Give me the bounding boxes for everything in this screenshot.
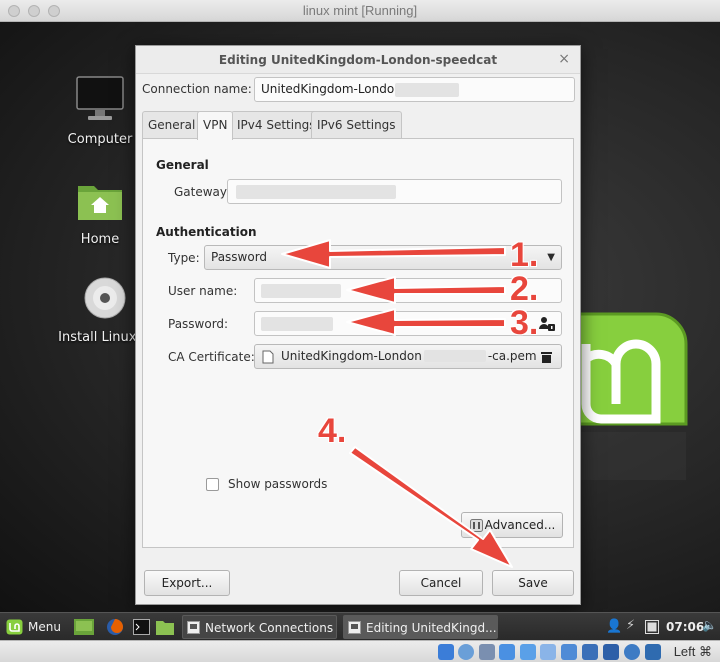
network-window-icon [187, 621, 200, 634]
editing-window-icon [348, 621, 361, 634]
username-label: User name: [168, 284, 238, 298]
general-section-heading: General [156, 158, 209, 172]
ca-certificate-filename-start: UnitedKingdom-London [281, 349, 422, 363]
usb-icon[interactable] [520, 644, 536, 660]
terminal-icon[interactable] [133, 619, 150, 635]
show-passwords-checkbox[interactable] [206, 478, 219, 491]
chevron-down-icon: ▼ [547, 252, 555, 263]
tab-vpn[interactable]: VPN [197, 111, 234, 140]
taskbar: Menu Network Connections Editing UnitedK… [0, 612, 720, 640]
advanced-button-label: Advanced... [484, 518, 556, 532]
display-icon[interactable] [561, 644, 577, 660]
network-adapter-icon[interactable] [499, 644, 515, 660]
keyboard-capture-icon[interactable] [645, 644, 661, 660]
close-icon[interactable]: × [558, 51, 570, 67]
connection-name-label: Connection name: [142, 82, 252, 96]
redacted-text [423, 350, 486, 362]
clear-file-icon[interactable] [540, 350, 553, 364]
authentication-section-heading: Authentication [156, 225, 257, 239]
settings-icon [470, 519, 483, 532]
export-button[interactable]: Export... [144, 570, 230, 596]
ca-certificate-filename-end: -ca.pem [487, 349, 537, 363]
redacted-text [261, 284, 341, 298]
battery-icon[interactable] [645, 620, 661, 634]
password-label: Password: [168, 317, 229, 331]
host-status-bar: Left ⌘ [0, 640, 720, 662]
menu-label: Menu [28, 620, 61, 634]
ca-certificate-chooser[interactable]: UnitedKingdom-London -ca.pem [254, 344, 562, 369]
cancel-button[interactable]: Cancel [399, 570, 483, 596]
cpu-icon[interactable] [603, 644, 619, 660]
audio-icon[interactable] [479, 644, 495, 660]
taskbar-window-editing[interactable]: Editing UnitedKingd... [343, 615, 498, 639]
network-status-icon[interactable]: ⚡ [626, 618, 635, 633]
clock[interactable]: 07:06 [666, 616, 704, 638]
annotation-step-4: 4. [318, 412, 347, 450]
volume-icon[interactable]: 🔈 [702, 618, 717, 632]
save-button[interactable]: Save [492, 570, 574, 596]
connection-name-input[interactable]: UnitedKingdom-London- [254, 77, 575, 102]
gateway-input[interactable] [227, 179, 562, 204]
advanced-button[interactable]: Advanced... [461, 512, 563, 538]
computer-icon [76, 76, 124, 120]
host-titlebar: linux mint [Running] [0, 0, 720, 22]
auth-type-value: Password [211, 250, 268, 264]
shared-folders-icon[interactable] [540, 644, 556, 660]
gateway-label: Gateway: [174, 185, 231, 199]
file-icon [262, 350, 274, 364]
show-desktop-icon[interactable] [74, 619, 94, 635]
taskbar-window-label: Editing UnitedKingd... [366, 621, 497, 635]
taskbar-window-label: Network Connections [205, 621, 334, 635]
tab-ipv4-settings[interactable]: IPv4 Settings [231, 111, 322, 139]
redacted-text [395, 83, 459, 97]
optical-drive-icon[interactable] [458, 644, 474, 660]
redacted-text [261, 317, 333, 331]
vpn-tab-panel: General Gateway: Authentication Type: Pa… [142, 138, 574, 548]
tab-general[interactable]: General [142, 111, 202, 139]
mouse-integration-icon[interactable] [624, 644, 640, 660]
connection-name-value: UnitedKingdom-London- [261, 82, 407, 96]
show-passwords-label: Show passwords [228, 477, 328, 491]
mint-menu-icon [6, 619, 23, 635]
ca-certificate-label: CA Certificate: [168, 350, 255, 364]
home-folder-icon [78, 186, 122, 220]
dialog-title: Editing UnitedKingdom-London-speedcat [136, 46, 580, 74]
redacted-text [236, 185, 396, 199]
video-capture-icon[interactable] [582, 644, 598, 660]
disc-icon [84, 277, 126, 319]
taskbar-window-network-connections[interactable]: Network Connections [182, 615, 337, 639]
type-label: Type: [168, 251, 200, 265]
host-key-label: Left ⌘ [673, 644, 712, 659]
password-storage-icon[interactable] [539, 316, 555, 332]
user-icon[interactable]: 👤 [606, 619, 622, 634]
annotation-step-3: 3. [510, 304, 539, 342]
start-menu-button[interactable]: Menu [6, 616, 61, 638]
tab-ipv6-settings[interactable]: IPv6 Settings [311, 111, 402, 139]
firefox-icon[interactable] [106, 618, 124, 636]
host-window-title: linux mint [Running] [302, 3, 418, 18]
hard-disk-icon[interactable] [438, 644, 454, 660]
files-icon[interactable] [156, 619, 174, 635]
auth-type-dropdown[interactable]: Password ▼ [204, 245, 562, 270]
